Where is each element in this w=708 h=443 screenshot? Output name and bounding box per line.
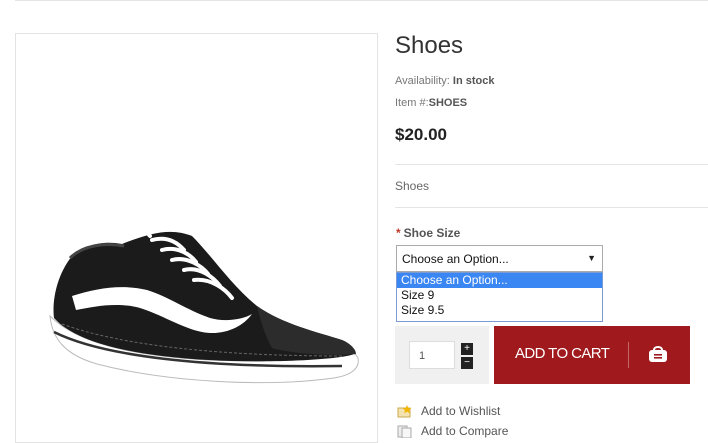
availability-value: In stock <box>452 75 495 87</box>
divider <box>395 164 708 165</box>
quantity-increase-button[interactable]: + <box>461 343 473 355</box>
shoe-size-dropdown-list[interactable]: Choose an Option... Size 9 Size 9.5 <box>396 272 603 322</box>
required-mark: * <box>396 226 401 240</box>
quantity-panel: 1 + − <box>395 326 489 384</box>
item-number-value: SHOES <box>428 97 468 109</box>
size-option-choose[interactable]: Choose an Option... <box>397 273 602 288</box>
shoe-size-selected-value: Choose an Option... <box>402 252 509 266</box>
top-divider <box>15 0 708 1</box>
availability: Availability: In stock <box>395 75 494 87</box>
add-to-cart-button[interactable]: ADD TO CART <box>494 326 690 384</box>
item-number: Item #:SHOES <box>395 97 467 109</box>
product-title: Shoes <box>395 32 464 59</box>
shoe-size-label-text: Shoe Size <box>403 226 461 240</box>
size-option-9[interactable]: Size 9 <box>397 288 602 303</box>
shopping-bag-icon <box>649 346 667 362</box>
dropdown-arrow-icon: ▼ <box>587 253 596 263</box>
wishlist-label: Add to Wishlist <box>421 404 501 418</box>
shoe-size-label: * Shoe Size <box>396 226 460 240</box>
product-image-sneaker <box>49 221 359 384</box>
quantity-decrease-button[interactable]: − <box>461 357 473 369</box>
product-image-frame[interactable] <box>15 33 378 443</box>
quantity-input[interactable]: 1 <box>409 341 455 369</box>
button-separator <box>628 342 629 368</box>
product-price: $20.00 <box>395 125 447 144</box>
wishlist-icon <box>397 405 412 418</box>
availability-label: Availability: <box>395 75 450 87</box>
item-number-label: Item #: <box>395 97 429 109</box>
divider <box>395 207 708 208</box>
compare-icon <box>397 425 412 439</box>
add-to-compare-link[interactable]: Add to Compare <box>397 424 508 439</box>
shoe-size-select[interactable]: Choose an Option... ▼ <box>396 245 603 272</box>
size-option-9-5[interactable]: Size 9.5 <box>397 303 602 318</box>
add-to-wishlist-link[interactable]: Add to Wishlist <box>397 404 500 418</box>
short-description: Shoes <box>395 179 430 193</box>
add-to-cart-label: ADD TO CART <box>515 345 610 362</box>
